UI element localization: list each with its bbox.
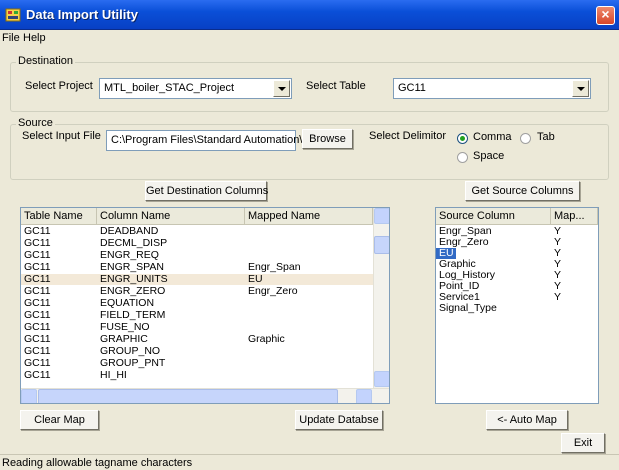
list-item[interactable]: Signal_Type bbox=[436, 303, 598, 314]
column-header-mapped-name[interactable]: Mapped Name bbox=[245, 208, 373, 225]
column-name-cell: EQUATION bbox=[100, 297, 155, 309]
scroll-left-button[interactable] bbox=[21, 389, 37, 403]
column-name-cell: GRAPHIC bbox=[100, 333, 148, 345]
table-name-cell: GC11 bbox=[24, 249, 51, 261]
table-name-cell: GC11 bbox=[24, 297, 51, 309]
scroll-up-button[interactable] bbox=[374, 208, 389, 224]
mapped-name-cell: Engr_Zero bbox=[248, 285, 298, 297]
table-row[interactable]: GC11 DEADBAND bbox=[21, 226, 373, 237]
column-name-cell: FUSE_NO bbox=[100, 321, 150, 333]
comma-label: Comma bbox=[473, 131, 512, 143]
table-name-cell: GC11 bbox=[24, 321, 51, 333]
auto-map-button[interactable]: <- Auto Map bbox=[486, 410, 568, 430]
source-columns-list[interactable]: Source Column Map... Engr_Span Y Engr_Zero… bbox=[435, 207, 599, 404]
table-name-cell: GC11 bbox=[24, 261, 51, 273]
source-column-cell: Signal_Type bbox=[439, 302, 497, 314]
select-table-label: Select Table bbox=[306, 80, 366, 92]
table-row[interactable]: GC11 EQUATION bbox=[21, 298, 373, 309]
column-header-map[interactable]: Map... bbox=[551, 208, 598, 225]
scroll-thumb[interactable] bbox=[374, 236, 389, 254]
space-label: Space bbox=[473, 150, 505, 162]
select-project-label: Select Project bbox=[25, 80, 93, 92]
window-title: Data Import Utility bbox=[26, 7, 138, 22]
table-row[interactable]: GC11 DECML_DISP bbox=[21, 238, 373, 249]
table-row[interactable]: GC11 ENGR_REQ bbox=[21, 250, 373, 261]
destination-horizontal-scrollbar[interactable] bbox=[21, 388, 389, 403]
get-destination-columns-button[interactable]: Get Destination Columns bbox=[145, 181, 268, 201]
table-name-cell: GC11 bbox=[24, 237, 51, 249]
column-name-cell: DECML_DISP bbox=[100, 237, 168, 249]
column-name-cell: GROUP_NO bbox=[100, 345, 161, 357]
column-name-cell: ENGR_SPAN bbox=[100, 261, 164, 273]
destination-group-label: Destination bbox=[16, 55, 76, 67]
chevron-down-icon[interactable] bbox=[273, 80, 290, 97]
destination-vertical-scrollbar[interactable] bbox=[373, 208, 389, 388]
mapped-name-cell: Graphic bbox=[248, 333, 285, 345]
chevron-down-icon[interactable] bbox=[572, 80, 589, 97]
column-name-cell: ENGR_ZERO bbox=[100, 285, 166, 297]
update-database-button[interactable]: Update Databse bbox=[295, 410, 383, 430]
scroll-down-button[interactable] bbox=[374, 371, 389, 387]
project-combo[interactable]: MTL_boiler_STAC_Project bbox=[99, 78, 292, 99]
select-input-file-label: Select Input File bbox=[22, 130, 101, 142]
project-combo-value: MTL_boiler_STAC_Project bbox=[104, 82, 235, 94]
tab-label: Tab bbox=[537, 131, 555, 143]
table-combo-value: GC11 bbox=[398, 82, 426, 94]
column-name-cell: DEADBAND bbox=[100, 225, 159, 237]
comma-radio[interactable] bbox=[457, 133, 468, 144]
column-header-source-column[interactable]: Source Column bbox=[436, 208, 551, 225]
table-row[interactable]: GC11 GROUP_PNT bbox=[21, 358, 373, 369]
browse-button[interactable]: Browse bbox=[302, 129, 353, 149]
space-radio[interactable] bbox=[457, 152, 468, 163]
status-bar: Reading allowable tagname characters bbox=[0, 454, 619, 470]
table-row[interactable]: GC11 FIELD_TERM bbox=[21, 310, 373, 321]
tab-radio[interactable] bbox=[520, 133, 531, 144]
map-cell: Y bbox=[554, 291, 562, 303]
table-name-cell: GC11 bbox=[24, 345, 51, 357]
table-name-cell: GC11 bbox=[24, 309, 51, 321]
column-name-cell: ENGR_UNITS bbox=[100, 273, 168, 285]
scroll-thumb-horizontal[interactable] bbox=[38, 389, 338, 403]
source-group-label: Source bbox=[16, 117, 55, 129]
table-name-cell: GC11 bbox=[24, 285, 51, 297]
clear-map-button[interactable]: Clear Map bbox=[20, 410, 99, 430]
mapped-name-cell: Engr_Span bbox=[248, 261, 301, 273]
input-file-field[interactable]: C:\Program Files\Standard Automation\ bbox=[106, 130, 302, 151]
column-header-column-name[interactable]: Column Name bbox=[97, 208, 245, 225]
table-name-cell: GC11 bbox=[24, 333, 51, 345]
exit-button[interactable]: Exit bbox=[561, 433, 605, 453]
scroll-right-button[interactable] bbox=[356, 389, 372, 403]
column-name-cell: GROUP_PNT bbox=[100, 357, 166, 369]
table-row[interactable]: GC11 ENGR_ZERO Engr_Zero bbox=[21, 286, 373, 297]
menu-help[interactable]: Help bbox=[23, 32, 46, 44]
menu-file[interactable]: File bbox=[2, 32, 20, 44]
destination-columns-list[interactable]: Table Name Column Name Mapped Name GC11 D… bbox=[20, 207, 390, 404]
table-row[interactable]: GC11 GROUP_NO bbox=[21, 346, 373, 357]
column-name-cell: FIELD_TERM bbox=[100, 309, 166, 321]
app-icon bbox=[5, 8, 21, 22]
table-row[interactable]: GC11 ENGR_UNITS EU bbox=[21, 274, 373, 285]
table-row[interactable]: GC11 ENGR_SPAN Engr_Span bbox=[21, 262, 373, 273]
mapped-name-cell: EU bbox=[248, 273, 263, 285]
list-item[interactable]: Engr_Zero Y bbox=[436, 237, 598, 248]
table-row[interactable]: GC11 HI_HI bbox=[21, 370, 373, 381]
table-combo[interactable]: GC11 bbox=[393, 78, 591, 99]
select-delimitor-label: Select Delimitor bbox=[369, 130, 447, 142]
close-button[interactable]: × bbox=[596, 6, 615, 25]
table-name-cell: GC11 bbox=[24, 369, 51, 381]
source-list-header: Source Column Map... bbox=[436, 208, 598, 225]
column-name-cell: HI_HI bbox=[100, 369, 127, 381]
title-bar: Data Import Utility × bbox=[0, 0, 619, 30]
get-source-columns-button[interactable]: Get Source Columns bbox=[465, 181, 580, 201]
destination-list-header: Table Name Column Name Mapped Name bbox=[21, 208, 373, 225]
table-name-cell: GC11 bbox=[24, 357, 51, 369]
menu-bar: File Help bbox=[0, 30, 619, 47]
column-header-table-name[interactable]: Table Name bbox=[21, 208, 97, 225]
column-name-cell: ENGR_REQ bbox=[100, 249, 159, 261]
input-file-value: C:\Program Files\Standard Automation\ bbox=[111, 134, 303, 146]
table-row[interactable]: GC11 FUSE_NO bbox=[21, 322, 373, 333]
table-row[interactable]: GC11 GRAPHIC Graphic bbox=[21, 334, 373, 345]
table-name-cell: GC11 bbox=[24, 273, 51, 285]
table-name-cell: GC11 bbox=[24, 225, 51, 237]
